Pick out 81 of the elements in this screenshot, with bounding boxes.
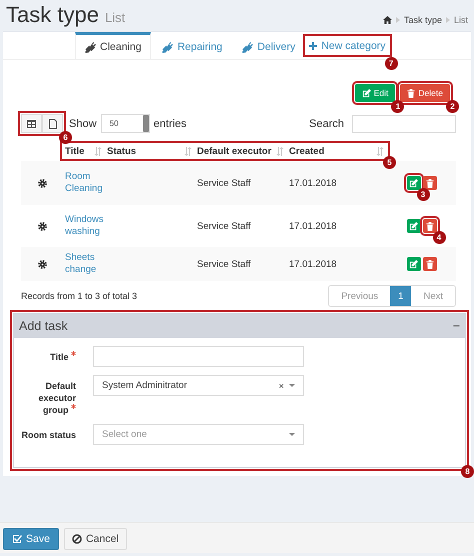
table-cell-text: Service Staff [196, 258, 252, 270]
gear-icon[interactable] [38, 222, 46, 230]
gear-icon[interactable] [38, 260, 46, 268]
select-field[interactable]: System Adminitrator × [93, 375, 304, 396]
breadcrumb-item[interactable]: Task type [404, 15, 442, 25]
required-icon [71, 404, 76, 409]
field-label: Title [14, 346, 76, 363]
ban-icon [72, 534, 82, 544]
column-header[interactable]: Title [65, 146, 84, 156]
edit-icon [362, 88, 371, 98]
plus-icon [309, 42, 318, 50]
callout-badge: 8 [461, 465, 474, 478]
show-label: Show [69, 118, 97, 130]
chevron-icon [446, 17, 450, 23]
edit-button[interactable] [406, 219, 420, 233]
table-icon [27, 120, 36, 128]
panel-title: Add task [19, 319, 68, 333]
callout-badge: 7 [384, 57, 398, 70]
chevron-icon [396, 17, 400, 23]
plug-icon [162, 42, 174, 52]
field-label: Room status [20, 429, 76, 441]
table-cell-text: 17.01.2018 [288, 258, 338, 270]
search-label: Search [309, 118, 344, 130]
column-header[interactable]: Default executor [197, 146, 272, 156]
table-cell-text: Service Staff [196, 220, 252, 232]
table-cell-text: Service Staff [196, 178, 252, 188]
delete-button[interactable]: Delete [400, 84, 450, 102]
title-input-field[interactable] [93, 346, 304, 367]
trash-icon [426, 222, 434, 230]
callout-badge: 3 [416, 188, 430, 201]
entries-label: entries [154, 118, 187, 130]
export-button[interactable] [42, 114, 63, 133]
breadcrumb-item: List [454, 15, 468, 25]
edit-button[interactable] [406, 257, 420, 271]
callout-badge: 2 [446, 100, 459, 113]
plug-icon [242, 42, 254, 52]
callout-badge: 1 [391, 100, 404, 113]
home-icon[interactable] [382, 16, 392, 24]
category-tab[interactable]: Cleaning [75, 32, 152, 59]
edit-icon [409, 178, 418, 188]
search-field[interactable] [352, 114, 456, 132]
entries-select[interactable]: 50 [100, 114, 150, 133]
plug-icon [85, 42, 96, 52]
field-label: Default executor group [37, 380, 76, 416]
delete-button[interactable] [422, 257, 436, 271]
gear-icon[interactable] [38, 178, 46, 188]
column-header[interactable]: Created [289, 146, 324, 156]
delete-button[interactable] [422, 176, 436, 190]
page-title: Task type [6, 2, 99, 28]
save-button[interactable]: Save [3, 528, 59, 550]
trash-icon [426, 260, 434, 268]
column-header[interactable]: Status [107, 146, 136, 156]
trash-icon [426, 178, 434, 188]
edit-button[interactable]: Edit [354, 84, 396, 102]
records-info: Records from 1 to 3 of total 3 [21, 291, 138, 301]
table-view-button[interactable] [21, 114, 42, 133]
select-field[interactable]: Select one [93, 424, 304, 445]
caret-icon [289, 384, 295, 387]
required-icon [71, 351, 76, 356]
delete-button[interactable] [422, 219, 436, 233]
category-tab[interactable]: Repairing [153, 32, 232, 59]
edit-icon [409, 222, 418, 230]
task-title-link[interactable]: Room Cleaning [65, 171, 101, 195]
file-icon [48, 118, 56, 128]
callout-badge: 6 [59, 131, 72, 144]
callout-badge: 5 [383, 156, 396, 169]
category-tab[interactable]: New category [306, 37, 389, 54]
trash-icon [407, 88, 416, 98]
edit-icon [409, 260, 418, 268]
clear-button[interactable]: × [278, 380, 284, 390]
table-cell-text: 17.01.2018 [288, 178, 338, 188]
table-cell-text: 17.01.2018 [288, 220, 338, 232]
task-title-link[interactable]: Sheets change [65, 252, 101, 276]
collapse-button[interactable]: − [452, 319, 460, 333]
pagination-button[interactable]: 1 [390, 286, 412, 306]
caret-icon [289, 433, 295, 436]
page-subtitle: List [104, 9, 126, 27]
task-title-link[interactable]: Windows washing [65, 214, 101, 238]
cancel-button[interactable]: Cancel [64, 528, 127, 550]
category-tab[interactable]: Delivery [233, 32, 304, 59]
callout-badge: 4 [432, 231, 446, 244]
